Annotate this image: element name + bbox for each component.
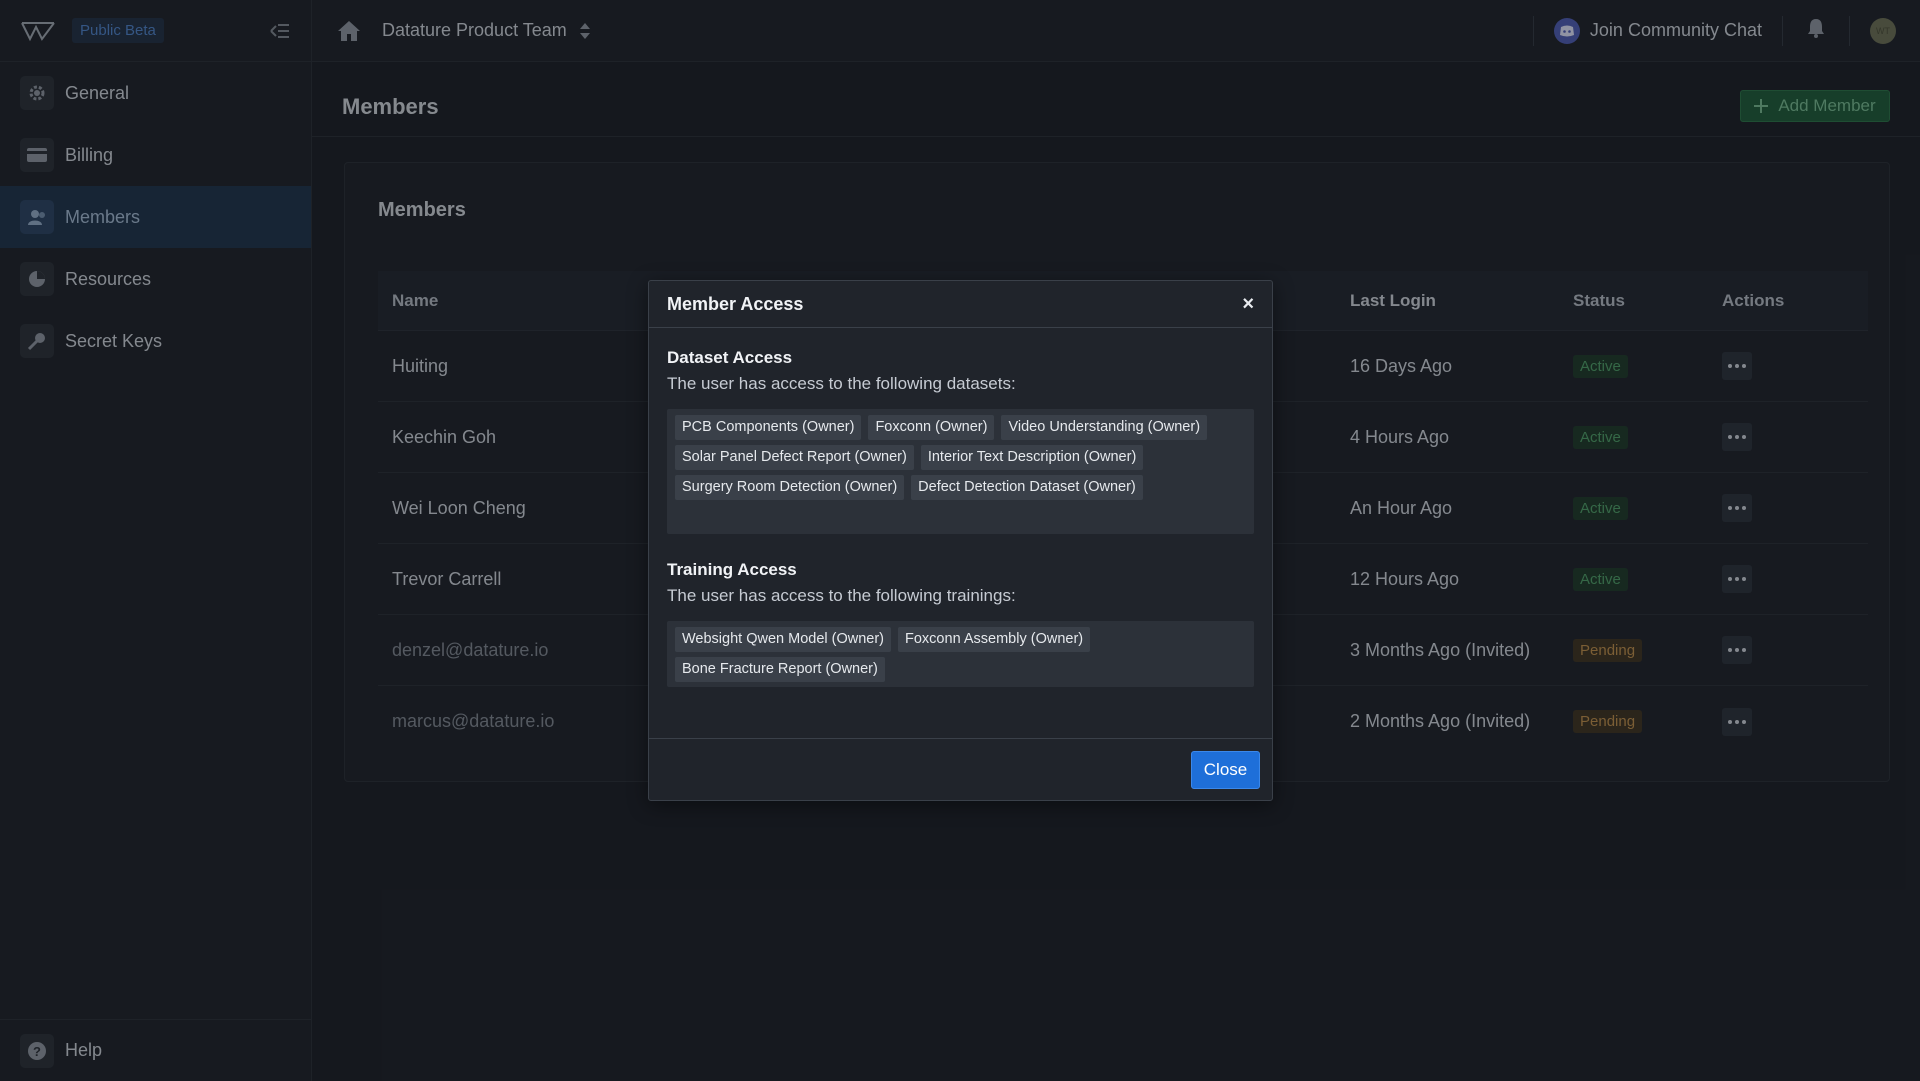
dataset-tag: Interior Text Description (Owner) [920, 445, 1144, 470]
dataset-tag: Defect Detection Dataset (Owner) [911, 475, 1143, 500]
dataset-access-heading: Dataset Access [667, 348, 793, 367]
dataset-access-description: The user has access to the following dat… [667, 374, 1016, 393]
modal-header: Member Access × [649, 281, 1272, 328]
training-access-heading: Training Access [667, 560, 797, 579]
dataset-tag-list: PCB Components (Owner) Foxconn (Owner) V… [667, 409, 1254, 534]
training-access-description: The user has access to the following tra… [667, 586, 1016, 605]
close-button[interactable]: Close [1191, 751, 1260, 789]
training-tag: Foxconn Assembly (Owner) [898, 627, 1091, 652]
dataset-tag: Video Understanding (Owner) [1001, 415, 1208, 440]
modal-footer: Close [649, 738, 1272, 800]
modal-title: Member Access [667, 293, 804, 314]
dataset-tag: PCB Components (Owner) [675, 415, 862, 440]
dataset-tag: Solar Panel Defect Report (Owner) [675, 445, 914, 470]
training-tag: Bone Fracture Report (Owner) [675, 657, 885, 682]
close-icon[interactable]: × [1242, 293, 1254, 316]
training-tag: Websight Qwen Model (Owner) [675, 627, 892, 652]
dataset-tag: Surgery Room Detection (Owner) [675, 475, 905, 500]
member-access-modal: Member Access × Dataset Access The user … [648, 280, 1273, 801]
training-tag-list: Websight Qwen Model (Owner) Foxconn Asse… [667, 621, 1254, 687]
modal-body: Dataset Access The user has access to th… [649, 328, 1272, 687]
dataset-tag: Foxconn (Owner) [868, 415, 995, 440]
